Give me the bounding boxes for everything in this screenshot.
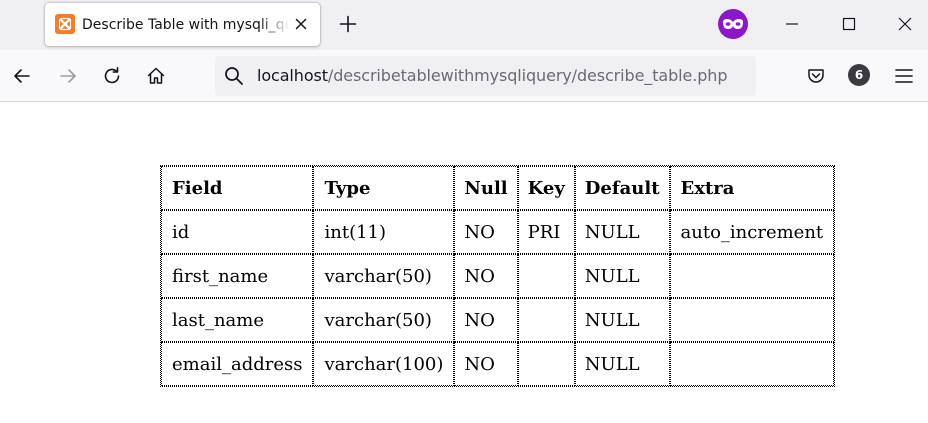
table-cell	[669, 342, 835, 386]
plus-icon[interactable]	[336, 12, 360, 36]
tab-strip: Describe Table with mysqli_query	[0, 0, 928, 50]
table-cell	[517, 342, 575, 386]
header-type: Type	[313, 166, 455, 210]
table-row: email_address varchar(100) NO NULL	[161, 342, 835, 386]
table-cell: auto_increment	[669, 210, 835, 254]
table-cell: NO	[454, 298, 518, 342]
table-cell	[517, 298, 575, 342]
table-cell: varchar(100)	[313, 342, 455, 386]
table-cell: int(11)	[313, 210, 455, 254]
table-cell: NULL	[574, 342, 670, 386]
header-key: Key	[517, 166, 575, 210]
mask-icon[interactable]	[718, 9, 748, 39]
active-tab[interactable]: Describe Table with mysqli_query	[45, 3, 320, 46]
reload-icon[interactable]	[99, 63, 125, 89]
nav-toolbar: localhost/describetablewithmysqliquery/d…	[0, 50, 928, 102]
table-cell	[669, 254, 835, 298]
header-extra: Extra	[669, 166, 835, 210]
header-null: Null	[454, 166, 518, 210]
table-cell: NO	[454, 210, 518, 254]
url-text[interactable]: localhost/describetablewithmysqliquery/d…	[257, 66, 727, 86]
url-path: /describetablewithmysqliquery/describe_t…	[327, 66, 728, 85]
maximize-icon[interactable]	[835, 10, 863, 38]
table-cell	[669, 298, 835, 342]
table-cell: NULL	[574, 298, 670, 342]
header-field: Field	[161, 166, 314, 210]
table-cell: NULL	[574, 254, 670, 298]
window-close-icon[interactable]	[891, 10, 919, 38]
table-row: last_name varchar(50) NO NULL	[161, 298, 835, 342]
tab-title: Describe Table with mysqli_query	[82, 17, 290, 33]
forward-arrow-icon[interactable]	[55, 63, 81, 89]
page-content: Field Type Null Key Default Extra id int…	[0, 103, 928, 423]
table-cell: email_address	[161, 342, 314, 386]
header-default: Default	[574, 166, 670, 210]
table-row: first_name varchar(50) NO NULL	[161, 254, 835, 298]
search-icon	[224, 66, 244, 86]
table-cell: NO	[454, 342, 518, 386]
describe-table: Field Type Null Key Default Extra id int…	[160, 165, 836, 387]
hamburger-menu-icon[interactable]	[891, 63, 917, 89]
table-cell: id	[161, 210, 314, 254]
table-cell: varchar(50)	[313, 254, 455, 298]
table-cell	[517, 254, 575, 298]
table-cell: varchar(50)	[313, 298, 455, 342]
table-cell: NULL	[574, 210, 670, 254]
table-cell: PRI	[517, 210, 575, 254]
account-badge[interactable]: 6	[848, 64, 870, 86]
back-arrow-icon[interactable]	[9, 63, 35, 89]
table-cell: NO	[454, 254, 518, 298]
pocket-icon[interactable]	[803, 63, 829, 89]
url-host: localhost	[257, 66, 328, 85]
minimize-icon[interactable]	[778, 10, 806, 38]
xampp-icon	[55, 14, 75, 34]
close-tab-icon[interactable]	[291, 14, 311, 34]
table-row: id int(11) NO PRI NULL auto_increment	[161, 210, 835, 254]
home-icon[interactable]	[143, 63, 169, 89]
table-cell: first_name	[161, 254, 314, 298]
table-cell: last_name	[161, 298, 314, 342]
table-header-row: Field Type Null Key Default Extra	[161, 166, 835, 210]
address-bar[interactable]: localhost/describetablewithmysqliquery/d…	[215, 56, 756, 96]
